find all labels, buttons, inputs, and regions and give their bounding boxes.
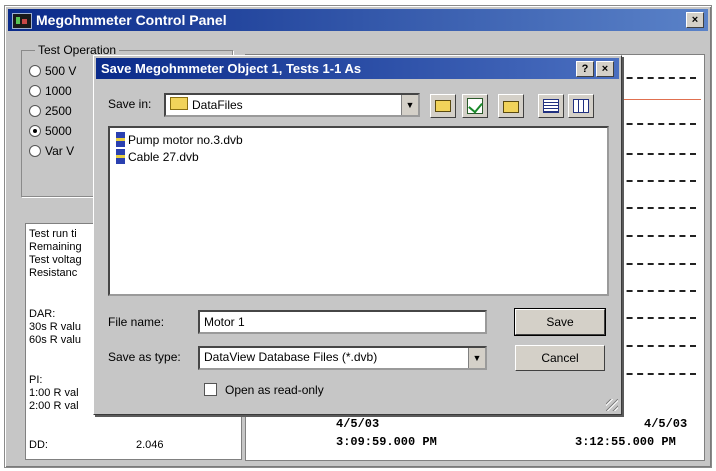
save-in-label: Save in: [108,97,152,111]
desktop-button[interactable] [462,94,488,118]
grid-line [616,263,696,265]
info-line: Remaining [29,241,82,253]
grid-line [616,317,696,319]
info-line: DAR: [29,308,56,320]
radio-dot [29,105,41,117]
info-line: 2:00 R val [29,400,79,412]
file-list[interactable]: Pump motor no.3.dvb Cable 27.dvb [108,126,609,296]
start-time: 3:09:59.000 PM [336,435,437,449]
dialog-titlebar[interactable]: Save Megohmmeter Object 1, Tests 1-1 As … [96,58,619,79]
save-as-type-label: Save as type: [108,350,181,364]
file-name-value: Motor 1 [204,315,245,329]
save-as-dialog: Save Megohmmeter Object 1, Tests 1-1 As … [93,55,622,415]
info-line: 30s R valu [29,321,81,333]
radio-option-4[interactable]: 5000 [29,124,72,138]
info-line: Test voltag [29,254,82,266]
end-date: 4/5/03 [644,417,688,431]
save-in-value: DataFiles [192,98,243,112]
dialog-close-button[interactable]: × [596,61,614,77]
window-title: Megohmmeter Control Panel [36,12,227,28]
info-line: Resistanc [29,267,78,279]
info-line: PI: [29,374,43,386]
grid-line [616,373,696,375]
details-view-icon [573,99,589,113]
cancel-button[interactable]: Cancel [515,345,605,371]
radio-dot [29,65,41,77]
start-date: 4/5/03 [336,417,380,431]
details-view-button[interactable] [568,94,594,118]
file-icon [116,132,125,147]
up-folder-icon [435,100,451,112]
read-only-label: Open as read-only [225,383,324,397]
checkbox-box[interactable] [204,383,217,396]
radio-label: 2500 [45,104,72,118]
grid-line [616,345,696,347]
info-line: 1:00 R val [29,387,79,399]
file-item-2[interactable]: Cable 27.dvb [116,149,199,164]
window-close-button[interactable]: × [686,12,704,28]
file-label: Pump motor no.3.dvb [128,133,243,147]
save-as-type-dropdown[interactable]: DataView Database Files (*.dvb) ▼ [198,346,487,370]
list-view-button[interactable] [538,94,564,118]
up-folder-button[interactable] [430,94,456,118]
end-time: 3:12:55.000 PM [575,435,676,449]
grid-line [616,123,696,125]
new-folder-icon [503,101,519,113]
trace-line [616,99,701,100]
window-titlebar[interactable]: Megohmmeter Control Panel × [8,9,708,31]
app-icon [12,13,32,29]
help-button[interactable]: ? [576,61,594,77]
radio-label: 500 V [45,64,77,78]
file-name-label: File name: [108,315,165,329]
save-in-dropdown[interactable]: DataFiles ▼ [164,93,420,117]
new-folder-button[interactable] [498,94,524,118]
radio-label: 5000 [45,124,72,138]
resize-grip[interactable] [606,399,618,411]
dd-label: DD: [29,439,48,451]
dd-value: 2.046 [136,439,164,451]
save-as-type-value: DataView Database Files (*.dvb) [204,350,378,364]
file-label: Cable 27.dvb [128,150,199,164]
grid-line [616,290,696,292]
radio-label: Var V [45,144,75,158]
radio-dot-selected [29,125,41,137]
file-icon [116,149,125,164]
radio-option-5[interactable]: Var V [29,144,74,158]
grid-line [616,207,696,209]
grid-line [616,235,696,237]
radio-option-3[interactable]: 2500 [29,104,72,118]
save-button[interactable]: Save [514,308,606,336]
info-line: Test run ti [29,228,77,240]
radio-dot [29,85,41,97]
grid-line [616,77,696,79]
radio-label: 1000 [45,84,72,98]
list-view-icon [543,99,559,113]
grid-line [616,180,696,182]
file-item-1[interactable]: Pump motor no.3.dvb [116,132,243,147]
info-line: 60s R valu [29,334,81,346]
read-only-checkbox[interactable]: Open as read-only [204,383,324,397]
file-name-input[interactable]: Motor 1 [198,310,487,334]
radio-option-1[interactable]: 500 V [29,64,76,78]
folder-icon [170,97,188,110]
chevron-down-icon[interactable]: ▼ [401,95,418,115]
radio-dot [29,145,41,157]
chevron-down-icon[interactable]: ▼ [468,348,485,368]
radio-option-2[interactable]: 1000 [29,84,72,98]
grid-line [616,153,696,155]
dialog-title: Save Megohmmeter Object 1, Tests 1-1 As [101,61,362,76]
